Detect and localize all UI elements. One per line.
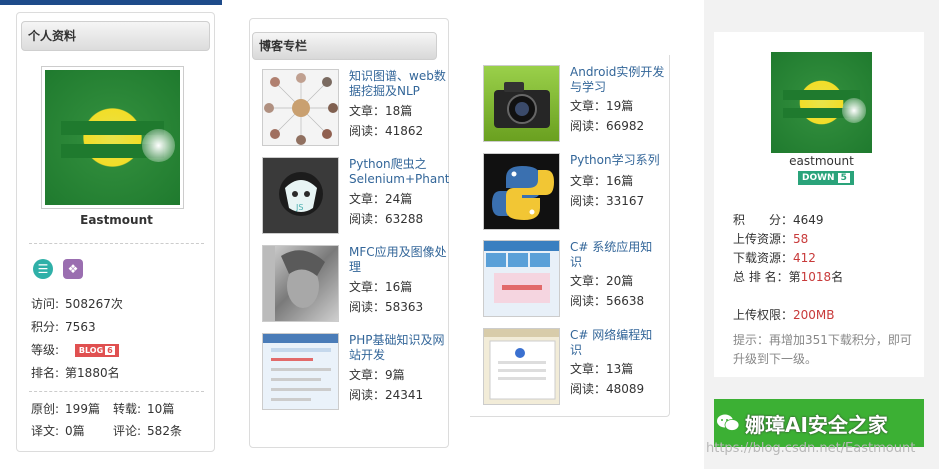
- stat-translate: 译文: 0篇: [31, 424, 85, 438]
- column-articles: 文章：24篇: [349, 192, 413, 206]
- profile-username[interactable]: Eastmount: [17, 213, 216, 227]
- column-name[interactable]: C# 网络编程知识: [570, 328, 660, 358]
- stat-rank: 排名: 第1880名: [31, 366, 120, 380]
- down-level-badge: DOWN 5: [798, 171, 854, 185]
- column-reads: 阅读：48089: [570, 382, 645, 396]
- profile-panel: 个人资料 Eastmount ☰ ❖ 访问: 508267次 积分: 7563 等级…: [16, 12, 215, 452]
- column-articles: 文章：9篇: [349, 368, 405, 382]
- column-thumb-csharp-system[interactable]: [483, 240, 560, 317]
- upgrade-hint: 提示：再增加351下载积分，即可升级到下一级。: [733, 333, 912, 366]
- watermark-text: 娜璋AI安全之家: [745, 413, 888, 437]
- column-articles: 文章：20篇: [570, 274, 634, 288]
- stat-level: 等级: BLOG 6: [31, 341, 119, 358]
- download-points: 积 分：4649: [733, 213, 824, 227]
- column-thumb-knowledge-graph[interactable]: [262, 69, 339, 146]
- download-username[interactable]: eastmount: [771, 154, 872, 168]
- profile-avatar[interactable]: [41, 66, 184, 209]
- column-reads: 阅读：41862: [349, 124, 424, 138]
- column-articles: 文章：19篇: [570, 99, 634, 113]
- column-thumb-python[interactable]: [483, 153, 560, 230]
- column-reads: 阅读：58363: [349, 300, 424, 314]
- svg-text:JS: JS: [295, 203, 303, 212]
- column-name[interactable]: Python爬虫之Selenium+Phanton: [349, 157, 449, 187]
- column-articles: 文章：13篇: [570, 362, 634, 376]
- list-icon[interactable]: ☰: [33, 259, 53, 279]
- column-name[interactable]: MFC应用及图像处理: [349, 245, 449, 275]
- wechat-icon: [717, 414, 740, 431]
- column-thumb-mfc-image[interactable]: [262, 245, 339, 322]
- column-reads: 阅读：24341: [349, 388, 424, 402]
- download-downloads: 下载资源：412: [733, 251, 816, 265]
- top-accent-bar: [0, 0, 222, 5]
- profile-title: 个人资料: [21, 21, 210, 51]
- column-thumb-python-spider[interactable]: JS: [262, 157, 339, 234]
- column-title: 博客专栏: [252, 32, 437, 60]
- blog-level-badge: BLOG 6: [74, 344, 119, 357]
- download-uploads: 上传资源：58: [733, 232, 809, 246]
- divider: [29, 243, 204, 244]
- column-thumb-csharp-network[interactable]: [483, 328, 560, 405]
- column-reads: 阅读：66982: [570, 119, 645, 133]
- divider: [29, 391, 204, 392]
- column-articles: 文章：16篇: [349, 280, 413, 294]
- column-name[interactable]: C# 系统应用知识: [570, 240, 660, 270]
- medal-icon[interactable]: ❖: [63, 259, 83, 279]
- column-reads: 阅读：63288: [349, 212, 424, 226]
- stat-comments: 评论: 582条: [113, 424, 182, 438]
- download-rank: 总 排 名：第1018名: [733, 270, 844, 284]
- column-name[interactable]: PHP基础知识及网站开发: [349, 333, 449, 363]
- stat-visits: 访问: 508267次: [31, 297, 123, 311]
- column-thumb-php[interactable]: [262, 333, 339, 410]
- upload-limit: 上传权限：200MB: [733, 308, 835, 322]
- column-name[interactable]: Android实例开发与学习: [570, 65, 670, 95]
- download-avatar[interactable]: [771, 52, 872, 153]
- stat-points: 积分: 7563: [31, 320, 96, 334]
- column-reads: 阅读：33167: [570, 194, 645, 208]
- stat-original: 原创: 199篇: [31, 402, 100, 416]
- column-name[interactable]: Python学习系列: [570, 153, 670, 168]
- stat-repost: 转载: 10篇: [113, 402, 175, 416]
- column-articles: 文章：18篇: [349, 104, 413, 118]
- column-reads: 阅读：56638: [570, 294, 645, 308]
- column-thumb-android[interactable]: [483, 65, 560, 142]
- column-articles: 文章：16篇: [570, 174, 634, 188]
- watermark-url: https://blog.csdn.net/Eastmount: [706, 441, 916, 456]
- column-name[interactable]: 知识图谱、web数据挖掘及NLP: [349, 69, 449, 99]
